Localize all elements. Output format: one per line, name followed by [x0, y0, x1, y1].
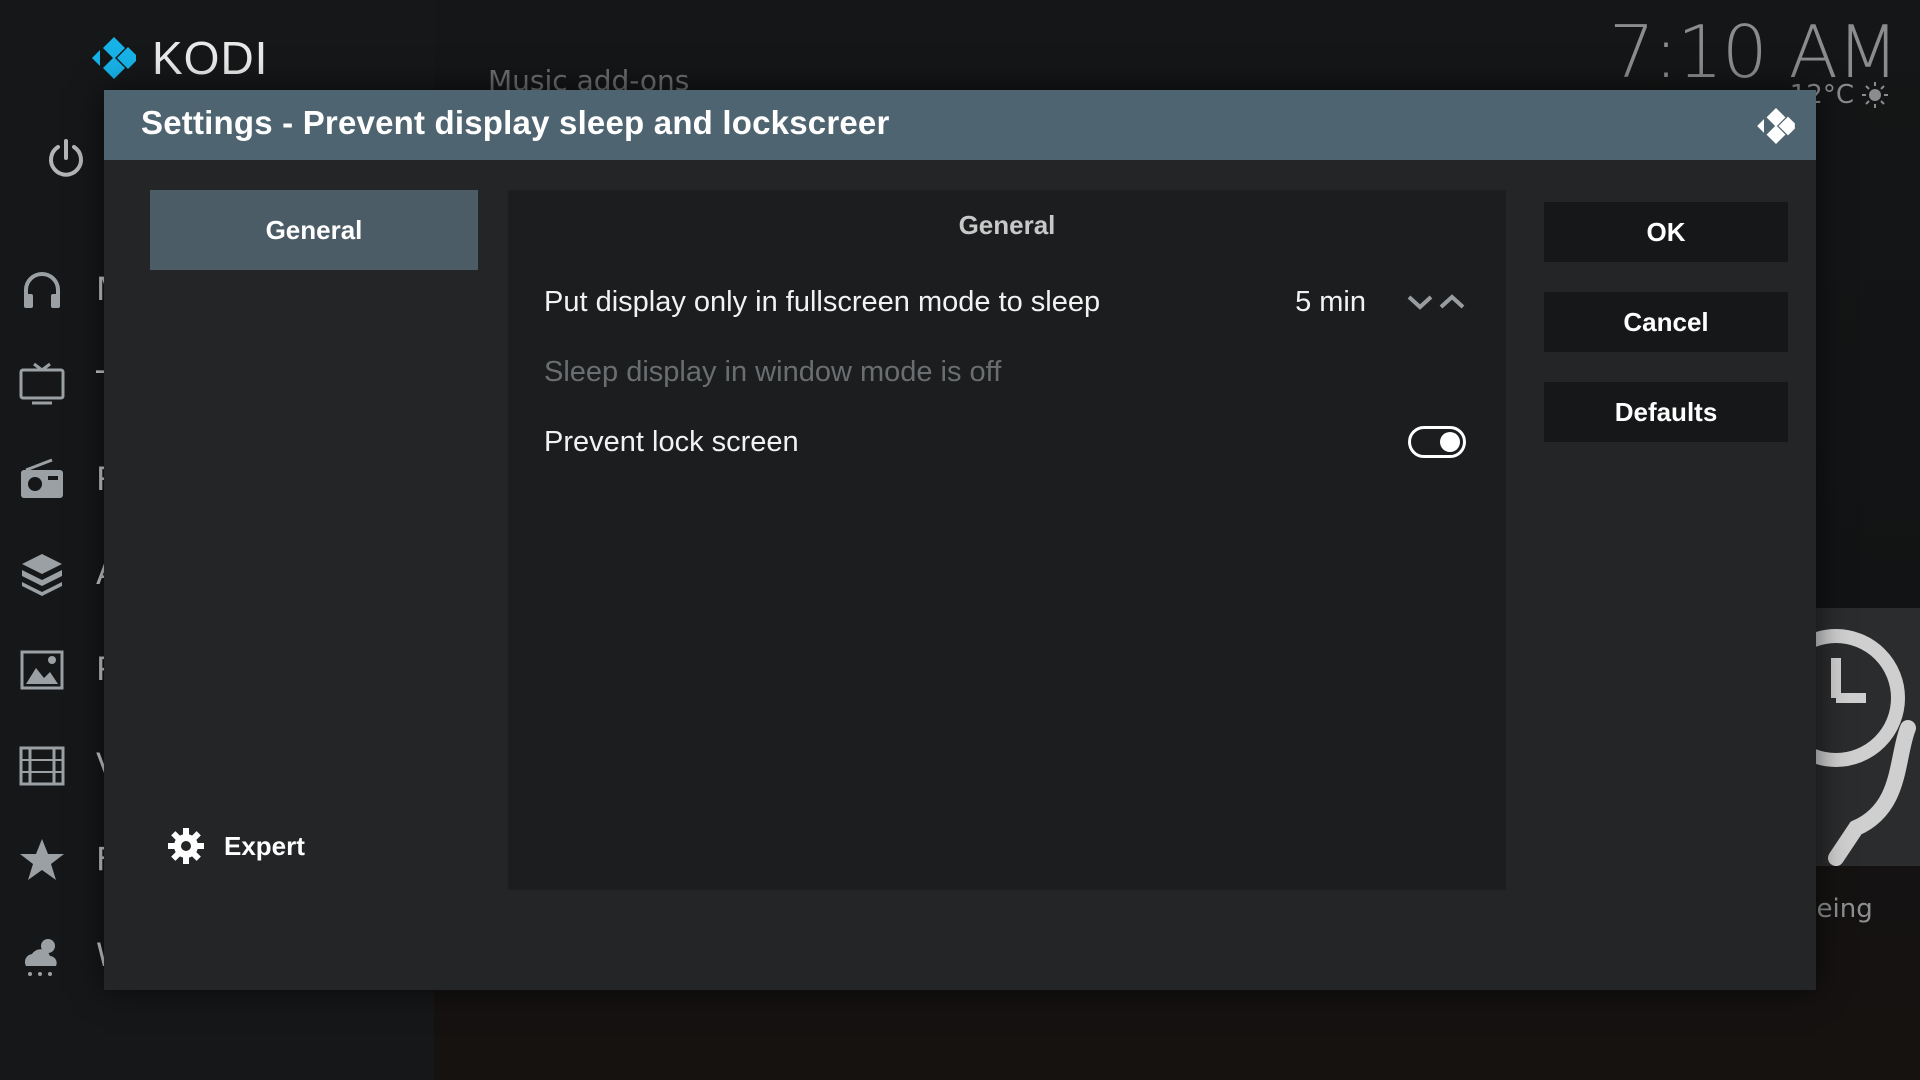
weather-icon[interactable]: [18, 932, 66, 980]
tile-caption: being: [1800, 894, 1873, 924]
addons-box-icon[interactable]: [18, 550, 66, 598]
sidebar-label-radio: Radio: [96, 460, 104, 498]
sidebar-label-favourites: Favourites: [96, 840, 104, 878]
tv-icon[interactable]: [18, 360, 66, 408]
sleep-hand-icon: [1816, 629, 1916, 866]
favourites-star-icon[interactable]: [18, 836, 66, 884]
power-icon[interactable]: [46, 138, 86, 180]
category-list: General: [150, 190, 478, 270]
chevron-down-icon[interactable]: [1406, 292, 1434, 312]
expert-level-button[interactable]: Expert: [166, 826, 305, 866]
sidebar-label-weather: Weather: [96, 936, 104, 974]
sidebar-label-tv: TV: [96, 364, 104, 402]
panel-heading: General: [958, 210, 1056, 240]
defaults-button[interactable]: Defaults: [1544, 382, 1788, 442]
setting-value: 5 min: [1295, 285, 1366, 318]
chevron-up-icon[interactable]: [1438, 292, 1466, 312]
kodi-logo-icon: [1757, 108, 1795, 144]
setting-window-mode-info: Sleep display in window mode is off: [528, 340, 1482, 404]
setting-label: Sleep display in window mode is off: [544, 355, 1002, 388]
gear-icon: [168, 828, 204, 864]
settings-panel: General Put display only in fullscreen m…: [508, 190, 1506, 890]
kodi-logo: KODI: [86, 30, 268, 86]
setting-label: Prevent lock screen: [544, 425, 799, 458]
setting-label: Put display only in fullscreen mode to s…: [544, 285, 1101, 318]
sidebar-label-pictures: Pictures: [96, 650, 104, 688]
videos-film-icon[interactable]: [18, 742, 66, 790]
category-general[interactable]: General: [150, 190, 478, 270]
expert-label: Expert: [224, 830, 305, 861]
radio-icon[interactable]: [18, 456, 66, 504]
addon-tile[interactable]: [1816, 608, 1920, 866]
dialog-buttons: OK Cancel Defaults: [1544, 202, 1788, 472]
kodi-wordmark: KODI: [152, 32, 269, 84]
spinner-control: 5 min: [1295, 286, 1466, 319]
settings-dialog: Settings - Prevent display sleep and loc…: [104, 90, 1816, 990]
setting-prevent-lock-screen[interactable]: Prevent lock screen: [528, 410, 1482, 474]
dialog-title: Settings - Prevent display sleep and loc…: [141, 104, 890, 141]
sidebar-label-videos: Videos: [96, 746, 104, 784]
pictures-icon[interactable]: [18, 646, 66, 694]
toggle-knob: [1440, 432, 1460, 452]
setting-fullscreen-sleep[interactable]: Put display only in fullscreen mode to s…: [528, 270, 1482, 334]
headphones-icon[interactable]: [18, 266, 66, 314]
dialog-header: Settings - Prevent display sleep and loc…: [104, 90, 1816, 160]
sidebar-label-music: Music: [96, 270, 104, 308]
lock-screen-toggle[interactable]: [1408, 426, 1466, 458]
spin-arrows: [1406, 292, 1466, 312]
kodi-logo-icon: [92, 37, 136, 79]
sidebar-label-addons: Add-ons: [96, 554, 104, 592]
sun-icon: [1862, 82, 1888, 108]
cancel-button[interactable]: Cancel: [1544, 292, 1788, 352]
ok-button[interactable]: OK: [1544, 202, 1788, 262]
